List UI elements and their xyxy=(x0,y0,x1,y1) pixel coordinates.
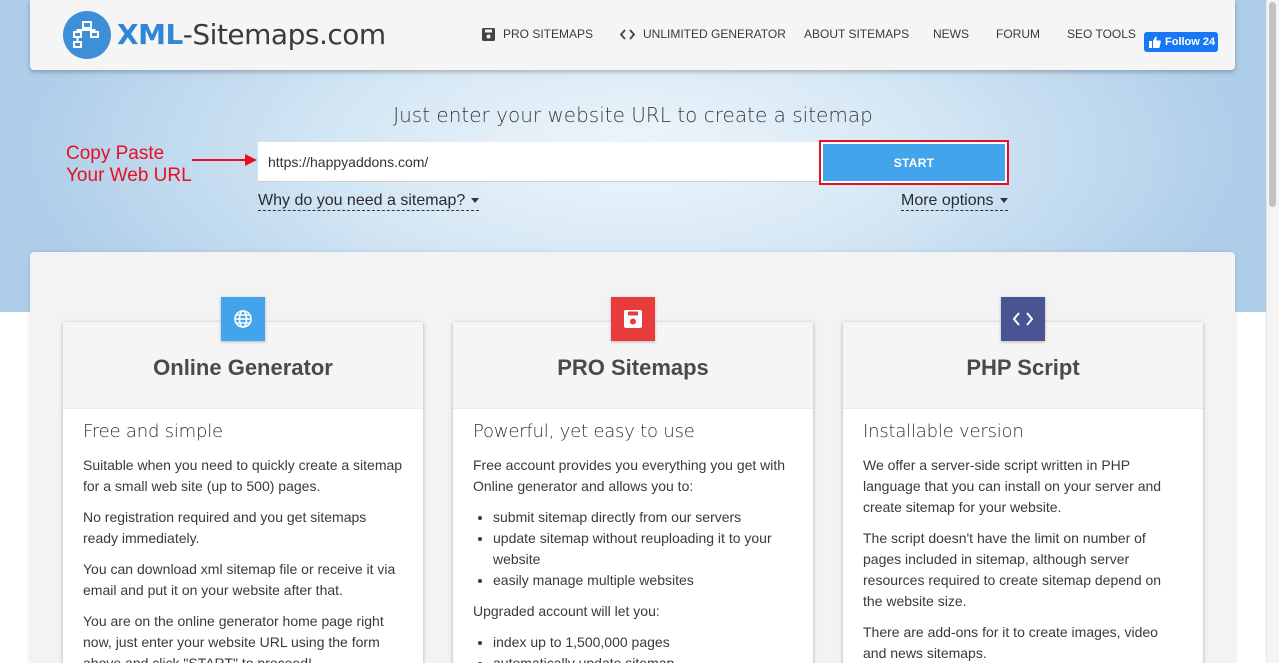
sitemap-logo-icon xyxy=(63,11,111,59)
list-item: automatically update sitemap xyxy=(493,653,793,663)
card-subtitle: Powerful, yet easy to use xyxy=(473,421,695,442)
caret-down-icon xyxy=(999,198,1008,203)
nav-news[interactable]: NEWS xyxy=(933,27,969,41)
facebook-follow-button[interactable]: Follow 24 xyxy=(1144,32,1218,52)
hero-title: Just enter your website URL to create a … xyxy=(393,103,873,127)
nav-seo-tools[interactable]: SEO TOOLS xyxy=(1067,27,1136,41)
list-item: easily manage multiple websites xyxy=(493,570,793,591)
feature-list: submit sitemap directly from our servers… xyxy=(493,507,793,591)
scrollbar-thumb[interactable] xyxy=(1269,2,1276,207)
feature-list: index up to 1,500,000 pages automaticall… xyxy=(493,632,793,663)
nav-pro-sitemaps[interactable]: PRO SITEMAPS xyxy=(482,27,593,41)
caret-down-icon xyxy=(471,198,480,203)
card-subtitle: Installable version xyxy=(863,421,1024,442)
globe-icon xyxy=(221,297,265,341)
card-subtitle: Free and simple xyxy=(83,421,223,442)
card-paragraph: No registration required and you get sit… xyxy=(83,509,367,546)
card-pro-sitemaps: PRO Sitemaps Powerful, yet easy to use F… xyxy=(453,322,813,663)
code-icon xyxy=(1001,297,1045,341)
card-title: PRO Sitemaps xyxy=(557,355,709,380)
annotation-text: Copy Paste Your Web URL xyxy=(66,143,192,186)
card-paragraph: Suitable when you need to quickly create… xyxy=(83,457,403,494)
nav-about-sitemaps[interactable]: ABOUT SITEMAPS xyxy=(804,27,909,41)
card-paragraph: You can download xml sitemap file or rec… xyxy=(83,561,396,598)
why-sitemap-link[interactable]: Why do you need a sitemap? xyxy=(258,191,480,211)
card-paragraph: We offer a server-side script written in… xyxy=(863,457,1162,515)
card-online-generator: Online Generator Free and simple Suitabl… xyxy=(63,322,423,663)
code-icon xyxy=(620,28,635,40)
annotation-arrow-icon xyxy=(192,154,257,166)
start-button[interactable]: START xyxy=(823,144,1005,181)
card-title: Online Generator xyxy=(153,355,333,380)
start-highlight: START xyxy=(819,140,1009,185)
save-icon xyxy=(611,297,655,341)
logo-text: XML-Sitemaps.com xyxy=(117,18,386,51)
thumbs-up-icon xyxy=(1149,36,1161,48)
nav-unlimited-generator[interactable]: UNLIMITED GENERATOR xyxy=(620,27,786,41)
card-paragraph: You are on the online generator home pag… xyxy=(83,613,384,663)
list-item: index up to 1,500,000 pages xyxy=(493,632,793,653)
url-input[interactable] xyxy=(258,142,821,182)
card-title: PHP Script xyxy=(966,355,1080,380)
site-header: XML-Sitemaps.com PRO SITEMAPS UNLIMITED … xyxy=(30,0,1235,70)
site-logo[interactable]: XML-Sitemaps.com xyxy=(63,11,386,59)
card-php-script: PHP Script Installable version We offer … xyxy=(843,322,1203,663)
card-paragraph: Free account provides you everything you… xyxy=(473,457,786,494)
save-icon xyxy=(482,27,495,41)
list-item: submit sitemap directly from our servers xyxy=(493,507,793,528)
card-paragraph: The script doesn't have the limit on num… xyxy=(863,530,1162,609)
card-paragraph: Upgraded account will let you: xyxy=(473,603,660,619)
card-paragraph: There are add-ons for it to create image… xyxy=(863,624,1158,661)
page-scrollbar[interactable] xyxy=(1266,0,1279,663)
list-item: update sitemap without reuploading it to… xyxy=(493,528,793,570)
nav-forum[interactable]: FORUM xyxy=(996,27,1040,41)
more-options-link[interactable]: More options xyxy=(901,191,1008,211)
